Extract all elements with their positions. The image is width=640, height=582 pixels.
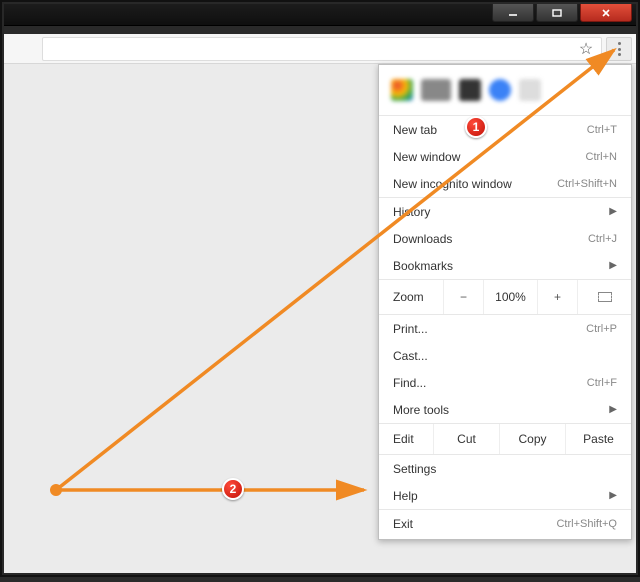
plus-icon: + xyxy=(554,290,561,304)
menu-label: Cut xyxy=(457,432,476,446)
fullscreen-icon xyxy=(598,292,612,302)
browser-toolbar: ☆ xyxy=(4,34,636,64)
tab-strip xyxy=(4,26,636,34)
menu-label: Print... xyxy=(393,322,428,336)
zoom-out-button[interactable]: − xyxy=(443,280,483,314)
edit-cut-button[interactable]: Cut xyxy=(433,424,499,454)
window-controls xyxy=(490,4,632,22)
menu-item-downloads[interactable]: Downloads Ctrl+J xyxy=(379,225,631,252)
edit-copy-button[interactable]: Copy xyxy=(499,424,565,454)
kebab-icon xyxy=(618,42,621,56)
menu-item-help[interactable]: Help ▶ xyxy=(379,482,631,509)
zoom-in-button[interactable]: + xyxy=(537,280,577,314)
menu-label: New window xyxy=(393,150,460,164)
menu-item-cast[interactable]: Cast... xyxy=(379,342,631,369)
menu-item-new-tab[interactable]: New tab Ctrl+T xyxy=(379,116,631,143)
menu-label: Paste xyxy=(583,432,614,446)
menu-item-print[interactable]: Print... Ctrl+P xyxy=(379,315,631,342)
bookmark-star-icon[interactable]: ☆ xyxy=(576,39,596,59)
menu-label: Find... xyxy=(393,376,426,390)
fullscreen-button[interactable] xyxy=(577,280,631,314)
screenshot-frame: ☆ New tab Ctrl+T New window Ctrl+N New i… xyxy=(0,0,640,577)
profile-icon xyxy=(421,79,451,101)
menu-label: New tab xyxy=(393,123,437,137)
zoom-level: 100% xyxy=(483,280,537,314)
menu-shortcut: Ctrl+F xyxy=(587,377,617,389)
menu-shortcut: Ctrl+Shift+Q xyxy=(556,518,617,530)
menu-label: Bookmarks xyxy=(393,259,453,273)
menu-label: Settings xyxy=(393,462,436,476)
menu-item-edit: Edit Cut Copy Paste xyxy=(379,424,631,454)
chevron-right-icon: ▶ xyxy=(609,404,617,415)
menu-item-new-incognito[interactable]: New incognito window Ctrl+Shift+N xyxy=(379,170,631,197)
account-row[interactable] xyxy=(379,65,631,115)
profile-icon xyxy=(391,79,413,101)
menu-item-new-window[interactable]: New window Ctrl+N xyxy=(379,143,631,170)
menu-item-history[interactable]: History ▶ xyxy=(379,198,631,225)
menu-label: New incognito window xyxy=(393,177,512,191)
minimize-button[interactable] xyxy=(492,4,534,22)
profile-icon xyxy=(489,79,511,101)
menu-label: Edit xyxy=(379,432,433,446)
address-bar[interactable] xyxy=(42,37,602,61)
profile-icon xyxy=(519,79,541,101)
menu-item-bookmarks[interactable]: Bookmarks ▶ xyxy=(379,252,631,279)
menu-shortcut: Ctrl+J xyxy=(588,233,617,245)
chrome-menu: New tab Ctrl+T New window Ctrl+N New inc… xyxy=(378,64,632,540)
menu-item-more-tools[interactable]: More tools ▶ xyxy=(379,396,631,423)
profile-icon xyxy=(459,79,481,101)
menu-label: More tools xyxy=(393,403,449,417)
menu-label: Copy xyxy=(518,432,546,446)
menu-shortcut: Ctrl+T xyxy=(587,124,617,136)
menu-item-exit[interactable]: Exit Ctrl+Shift+Q xyxy=(379,510,631,537)
chevron-right-icon: ▶ xyxy=(609,490,617,501)
menu-item-find[interactable]: Find... Ctrl+F xyxy=(379,369,631,396)
close-button[interactable] xyxy=(580,4,632,22)
menu-shortcut: Ctrl+N xyxy=(586,151,617,163)
window-titlebar xyxy=(4,4,636,26)
menu-label: Downloads xyxy=(393,232,452,246)
menu-shortcut: Ctrl+P xyxy=(586,323,617,335)
menu-label: History xyxy=(393,205,430,219)
menu-label: Exit xyxy=(393,517,413,531)
menu-item-settings[interactable]: Settings xyxy=(379,455,631,482)
menu-label: Zoom xyxy=(379,290,443,304)
menu-label: Help xyxy=(393,489,418,503)
chevron-right-icon: ▶ xyxy=(609,206,617,217)
edit-paste-button[interactable]: Paste xyxy=(565,424,631,454)
menu-shortcut: Ctrl+Shift+N xyxy=(557,178,617,190)
menu-item-zoom: Zoom − 100% + xyxy=(379,280,631,314)
minus-icon: − xyxy=(460,290,467,304)
menu-label: Cast... xyxy=(393,349,428,363)
maximize-button[interactable] xyxy=(536,4,578,22)
chrome-menu-button[interactable] xyxy=(606,37,632,61)
chevron-right-icon: ▶ xyxy=(609,260,617,271)
